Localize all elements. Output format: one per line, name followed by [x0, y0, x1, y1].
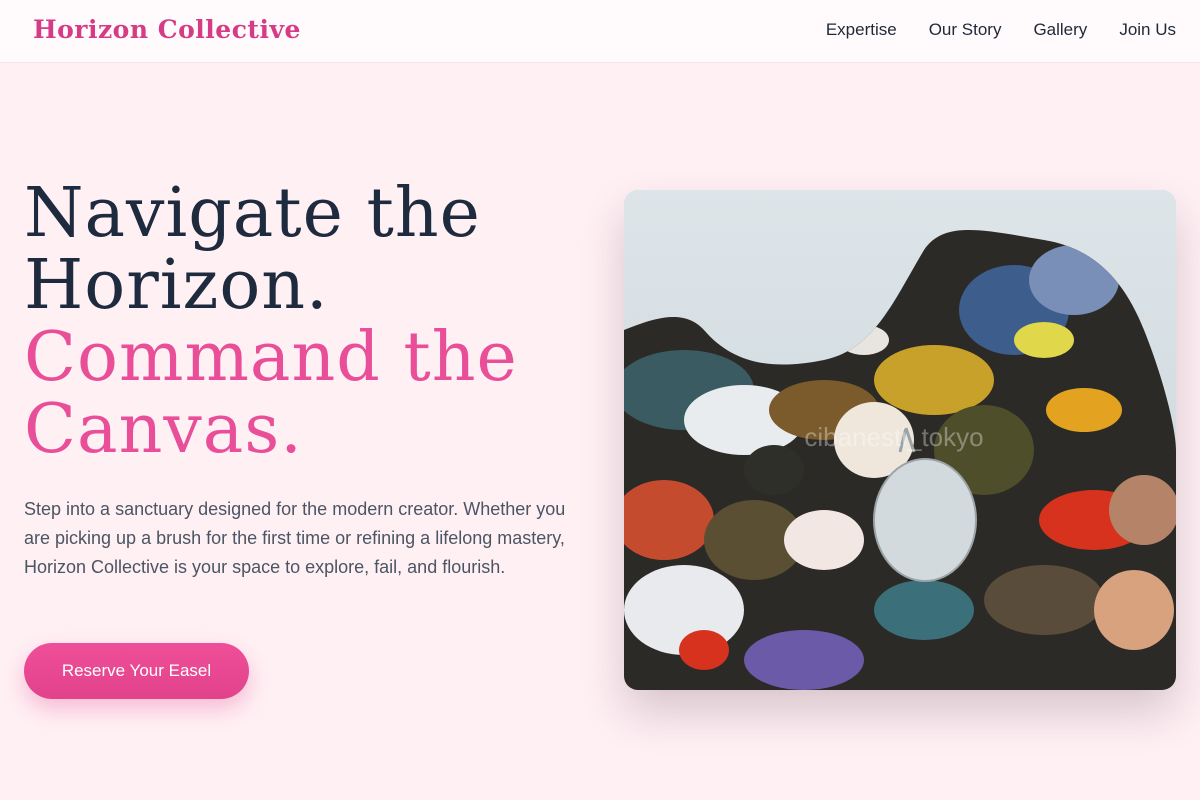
nav-link-our-story[interactable]: Our Story: [929, 20, 1002, 40]
nav-link-expertise[interactable]: Expertise: [826, 20, 897, 40]
headline-line-2: Horizon.: [24, 246, 329, 325]
hero-palette-image: cibanesti_tokyo: [624, 190, 1176, 690]
nav-link-gallery[interactable]: Gallery: [1033, 20, 1087, 40]
hero-intro-text: Step into a sanctuary designed for the m…: [24, 499, 566, 577]
headline-line-4: Canvas.: [24, 390, 303, 469]
main-nav: Expertise Our Story Gallery Join Us: [826, 20, 1176, 40]
headline-line-1: Navigate the: [24, 174, 481, 253]
image-watermark: cibanesti_tokyo: [804, 422, 983, 452]
reserve-easel-button[interactable]: Reserve Your Easel: [24, 643, 249, 699]
headline-line-3: Command the: [24, 318, 518, 397]
paint-palette-illustration: cibanesti_tokyo: [624, 190, 1176, 690]
brand-logo[interactable]: Horizon Collective: [33, 15, 301, 44]
nav-link-join-us[interactable]: Join Us: [1119, 20, 1176, 40]
site-header: Horizon Collective Expertise Our Story G…: [0, 0, 1200, 63]
hero-headline: Navigate the Horizon. Command the Canvas…: [24, 178, 584, 466]
